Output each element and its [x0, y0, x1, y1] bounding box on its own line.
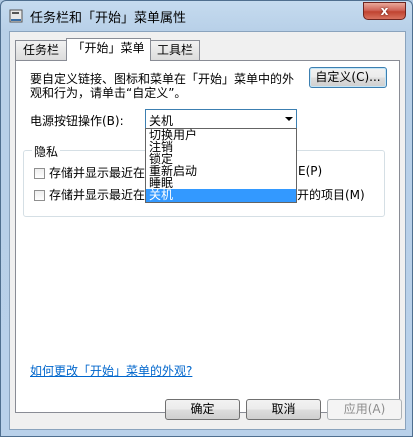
power-options-dropdown[interactable]: 切换用户 注销 锁定 重新启动 睡眠 关机	[145, 128, 297, 203]
ok-button[interactable]: 确定	[165, 399, 240, 420]
power-button-select[interactable]: 关机	[145, 109, 297, 129]
tab-toolbars[interactable]: 工具栏	[150, 40, 200, 60]
taskbar-icon	[9, 9, 23, 23]
tab-start-menu[interactable]: 「开始」菜单	[66, 38, 151, 61]
privacy-check-label: 存储并显示最近在	[49, 188, 146, 202]
power-button-label: 电源按钮操作(B):	[30, 114, 124, 128]
chevron-down-icon[interactable]	[285, 117, 293, 121]
checkbox[interactable]	[34, 168, 45, 179]
cancel-button[interactable]: 取消	[246, 399, 321, 420]
tab-taskbar[interactable]: 任务栏	[15, 40, 67, 60]
title-bar[interactable]: 任务栏和「开始」菜单属性 x	[1, 1, 412, 31]
apply-button[interactable]: 应用(A)	[327, 399, 402, 420]
dialog-client: 任务栏 「开始」菜单 工具栏 要自定义链接、图标和菜单在「开始」菜单中的外观和行…	[9, 31, 406, 430]
customize-description: 要自定义链接、图标和菜单在「开始」菜单中的外观和行为，请单击“自定义”。	[30, 72, 295, 100]
power-button-value: 关机	[149, 114, 174, 128]
privacy-check-label: 存储并显示最近在	[49, 166, 146, 180]
privacy-group-title: 隐私	[32, 143, 61, 160]
close-button[interactable]: x	[363, 2, 406, 20]
window-title: 任务栏和「开始」菜单属性	[30, 11, 187, 26]
checkbox[interactable]	[34, 190, 45, 201]
dropdown-option-shutdown[interactable]: 关机	[146, 189, 296, 202]
privacy-check-suffix: 开的项目(M)	[297, 188, 365, 202]
customize-button[interactable]: 自定义(C)...	[309, 67, 387, 88]
privacy-check-programs[interactable]: 存储并显示最近在	[34, 164, 145, 181]
properties-window: 任务栏和「开始」菜单属性 x 任务栏 「开始」菜单 工具栏 要自定义链接、图标和…	[0, 0, 413, 437]
privacy-check-items[interactable]: 存储并显示最近在	[34, 186, 145, 203]
privacy-check-suffix: E(P)	[298, 164, 323, 178]
appearance-help-link[interactable]: 如何更改「开始」菜单的外观?	[30, 362, 192, 379]
